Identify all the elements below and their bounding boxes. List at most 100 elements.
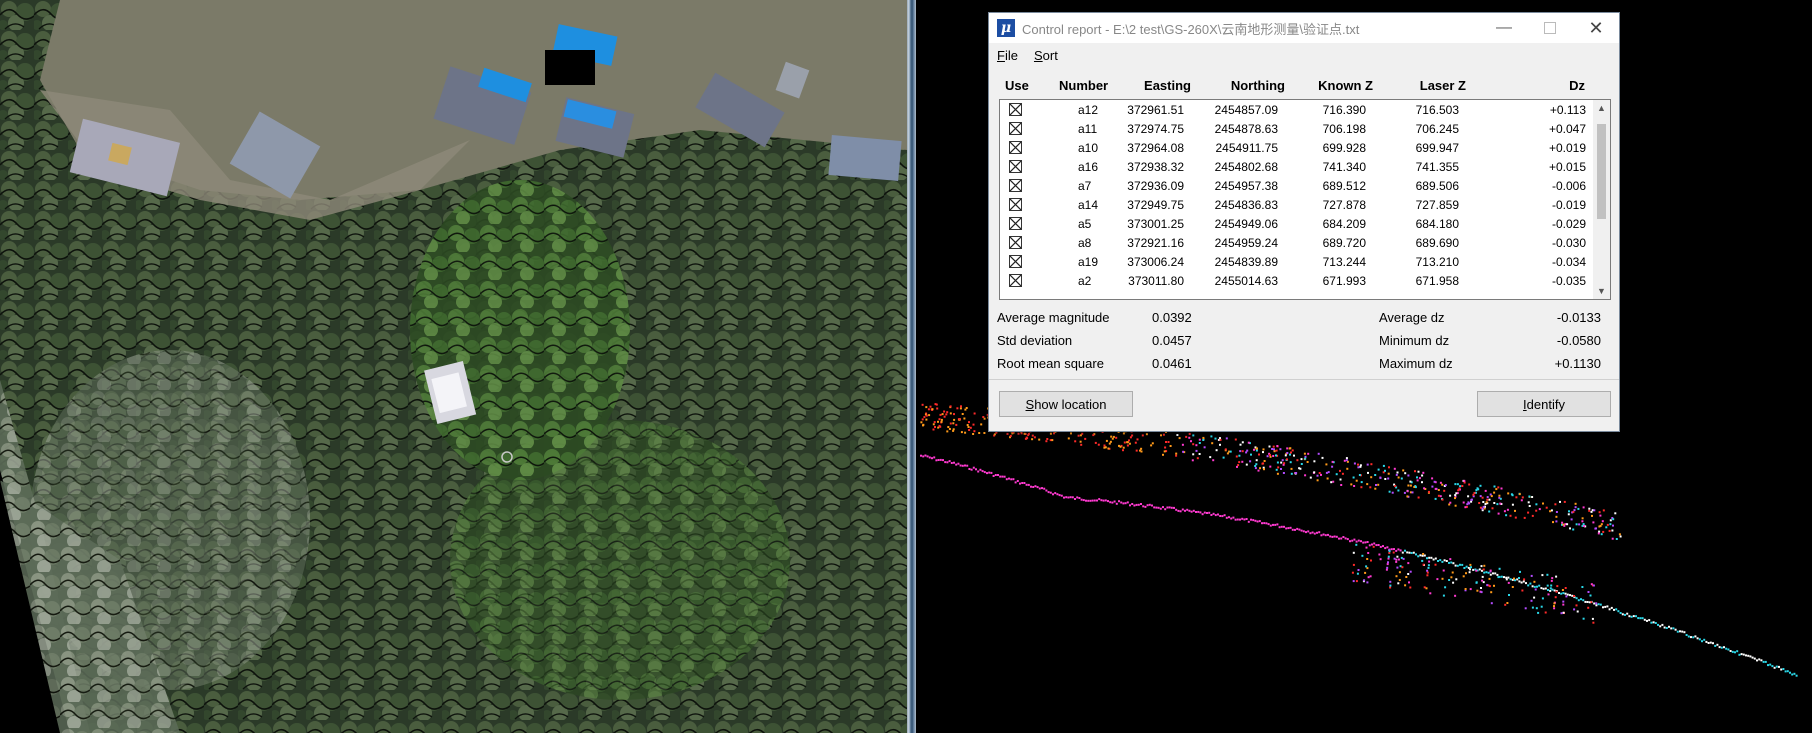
show-location-button[interactable]: Show location xyxy=(999,391,1133,417)
cell-northing: 2454911.75 xyxy=(1215,141,1278,155)
average-dz-value: -0.0133 xyxy=(1556,310,1601,325)
cell-northing: 2454857.09 xyxy=(1214,103,1278,117)
col-known-z[interactable]: Known Z xyxy=(1318,78,1373,93)
table-row[interactable]: a7 372936.09 2454957.38 689.512 689.506 -0.00… xyxy=(1000,177,1592,196)
menu-bar: File Sort xyxy=(989,43,1619,67)
col-dz[interactable]: Dz xyxy=(1569,78,1585,93)
cell-dz: -0.019 xyxy=(1551,198,1586,212)
cell-number: a8 xyxy=(1078,236,1092,250)
cell-easting: 372974.75 xyxy=(1127,122,1184,136)
cell-laser-z: 741.355 xyxy=(1415,160,1459,174)
table-row[interactable]: a14 372949.75 2454836.83 727.878 727.859 -0.0… xyxy=(1000,196,1592,215)
cell-northing: 2454949.06 xyxy=(1214,217,1278,231)
title-bar[interactable]: μ Control report - E:\2 test\GS-260X\云南地… xyxy=(989,13,1619,43)
table-row[interactable]: a5 373001.25 2454949.06 684.209 684.180 -0.02… xyxy=(1000,215,1592,234)
cell-dz: -0.006 xyxy=(1551,179,1586,193)
cell-easting: 373001.25 xyxy=(1127,217,1184,231)
minimize-button[interactable]: — xyxy=(1481,13,1527,43)
table-row[interactable]: a11 372974.75 2454878.63 706.198 706.245 +0.0… xyxy=(1000,120,1592,139)
scroll-down-icon[interactable]: ▼ xyxy=(1593,283,1610,299)
cell-dz: +0.015 xyxy=(1548,160,1586,174)
scroll-thumb[interactable] xyxy=(1597,124,1606,219)
use-checkbox[interactable] xyxy=(1009,179,1022,192)
average-magnitude-label: Average magnitude xyxy=(997,310,1110,325)
use-checkbox[interactable] xyxy=(1009,141,1022,154)
rms-value: 0.0461 xyxy=(1152,356,1192,371)
col-laser-z[interactable]: Laser Z xyxy=(1420,78,1466,93)
menu-file[interactable]: File xyxy=(997,48,1018,63)
cell-easting: 372938.32 xyxy=(1127,160,1184,174)
cell-easting: 372961.51 xyxy=(1127,103,1184,117)
window-title: Control report - E:\2 test\GS-260X\云南地形测… xyxy=(1022,21,1360,37)
minimize-icon: — xyxy=(1496,19,1512,36)
cell-known-z: 741.340 xyxy=(1322,160,1366,174)
use-checkbox[interactable] xyxy=(1009,217,1022,230)
view-splitter[interactable] xyxy=(907,0,916,733)
cell-easting: 372936.09 xyxy=(1127,179,1184,193)
cell-number: a7 xyxy=(1078,179,1092,193)
table-row[interactable]: a10 372964.08 2454911.75 699.928 699.947 +0.0… xyxy=(1000,139,1592,158)
cell-dz: +0.047 xyxy=(1548,122,1586,136)
cell-easting: 373011.80 xyxy=(1128,274,1184,288)
std-deviation-label: Std deviation xyxy=(997,333,1073,348)
cell-known-z: 716.390 xyxy=(1322,103,1366,117)
cell-laser-z: 699.947 xyxy=(1415,141,1459,155)
table-row[interactable]: a2 373011.80 2455014.63 671.993 671.958 -0.03… xyxy=(1000,272,1592,291)
cell-laser-z: 689.690 xyxy=(1415,236,1459,250)
cell-known-z: 699.928 xyxy=(1322,141,1366,155)
maximum-dz-value: +0.1130 xyxy=(1554,356,1601,371)
col-use[interactable]: Use xyxy=(1005,78,1029,93)
cell-laser-z: 716.503 xyxy=(1415,103,1459,117)
use-checkbox[interactable] xyxy=(1009,274,1022,287)
cell-laser-z: 689.506 xyxy=(1415,179,1459,193)
cell-easting: 372964.08 xyxy=(1127,141,1184,155)
table-row[interactable]: a19 373006.24 2454839.89 713.244 713.210 -0.0… xyxy=(1000,253,1592,272)
control-points-table[interactable]: a12 372961.51 2454857.09 716.390 716.503 +0.1… xyxy=(999,99,1611,300)
minimum-dz-label: Minimum dz xyxy=(1379,333,1450,348)
control-report-dialog: μ Control report - E:\2 test\GS-260X\云南地… xyxy=(988,12,1620,432)
cell-northing: 2454957.38 xyxy=(1214,179,1278,193)
use-checkbox[interactable] xyxy=(1009,103,1022,116)
col-northing[interactable]: Northing xyxy=(1231,78,1285,93)
close-icon: ✕ xyxy=(1588,17,1604,38)
col-number[interactable]: Number xyxy=(1059,78,1108,93)
cell-known-z: 689.512 xyxy=(1322,179,1366,193)
std-deviation-value: 0.0457 xyxy=(1152,333,1192,348)
app-icon: μ xyxy=(997,19,1015,37)
orthophoto-view[interactable] xyxy=(0,0,907,733)
menu-sort[interactable]: Sort xyxy=(1034,48,1058,63)
cell-number: a5 xyxy=(1078,217,1092,231)
maximum-dz-label: Maximum dz xyxy=(1379,356,1453,371)
table-row[interactable]: a8 372921.16 2454959.24 689.720 689.690 -0.03… xyxy=(1000,234,1592,253)
col-easting[interactable]: Easting xyxy=(1144,78,1191,93)
table-row[interactable]: a12 372961.51 2454857.09 716.390 716.503 +0.1… xyxy=(1000,101,1592,120)
cell-number: a11 xyxy=(1078,122,1098,136)
cell-number: a14 xyxy=(1078,198,1099,212)
cell-known-z: 671.993 xyxy=(1322,274,1366,288)
cell-laser-z: 684.180 xyxy=(1415,217,1459,231)
cell-easting: 372921.16 xyxy=(1127,236,1184,250)
cell-northing: 2454839.89 xyxy=(1214,255,1278,269)
scroll-up-icon[interactable]: ▲ xyxy=(1593,100,1610,116)
use-checkbox[interactable] xyxy=(1009,198,1022,211)
minimum-dz-value: -0.0580 xyxy=(1556,333,1601,348)
table-row[interactable]: a16 372938.32 2454802.68 741.340 741.355 +0.0… xyxy=(1000,158,1592,177)
close-button[interactable]: ✕ xyxy=(1573,13,1619,43)
cell-laser-z: 706.245 xyxy=(1415,122,1459,136)
use-checkbox[interactable] xyxy=(1009,255,1022,268)
table-scrollbar[interactable]: ▲ ▼ xyxy=(1593,100,1610,299)
cell-number: a12 xyxy=(1078,103,1099,117)
average-magnitude-value: 0.0392 xyxy=(1152,310,1192,325)
cell-easting: 372949.75 xyxy=(1127,198,1184,212)
cell-easting: 373006.24 xyxy=(1127,255,1184,269)
cell-dz: -0.030 xyxy=(1551,236,1586,250)
rms-label: Root mean square xyxy=(997,356,1104,371)
cell-number: a16 xyxy=(1078,160,1099,174)
use-checkbox[interactable] xyxy=(1009,122,1022,135)
identify-button[interactable]: Identify xyxy=(1477,391,1611,417)
maximize-button[interactable] xyxy=(1527,13,1573,43)
separator xyxy=(989,379,1619,380)
use-checkbox[interactable] xyxy=(1009,236,1022,249)
use-checkbox[interactable] xyxy=(1009,160,1022,173)
cell-laser-z: 727.859 xyxy=(1415,198,1459,212)
